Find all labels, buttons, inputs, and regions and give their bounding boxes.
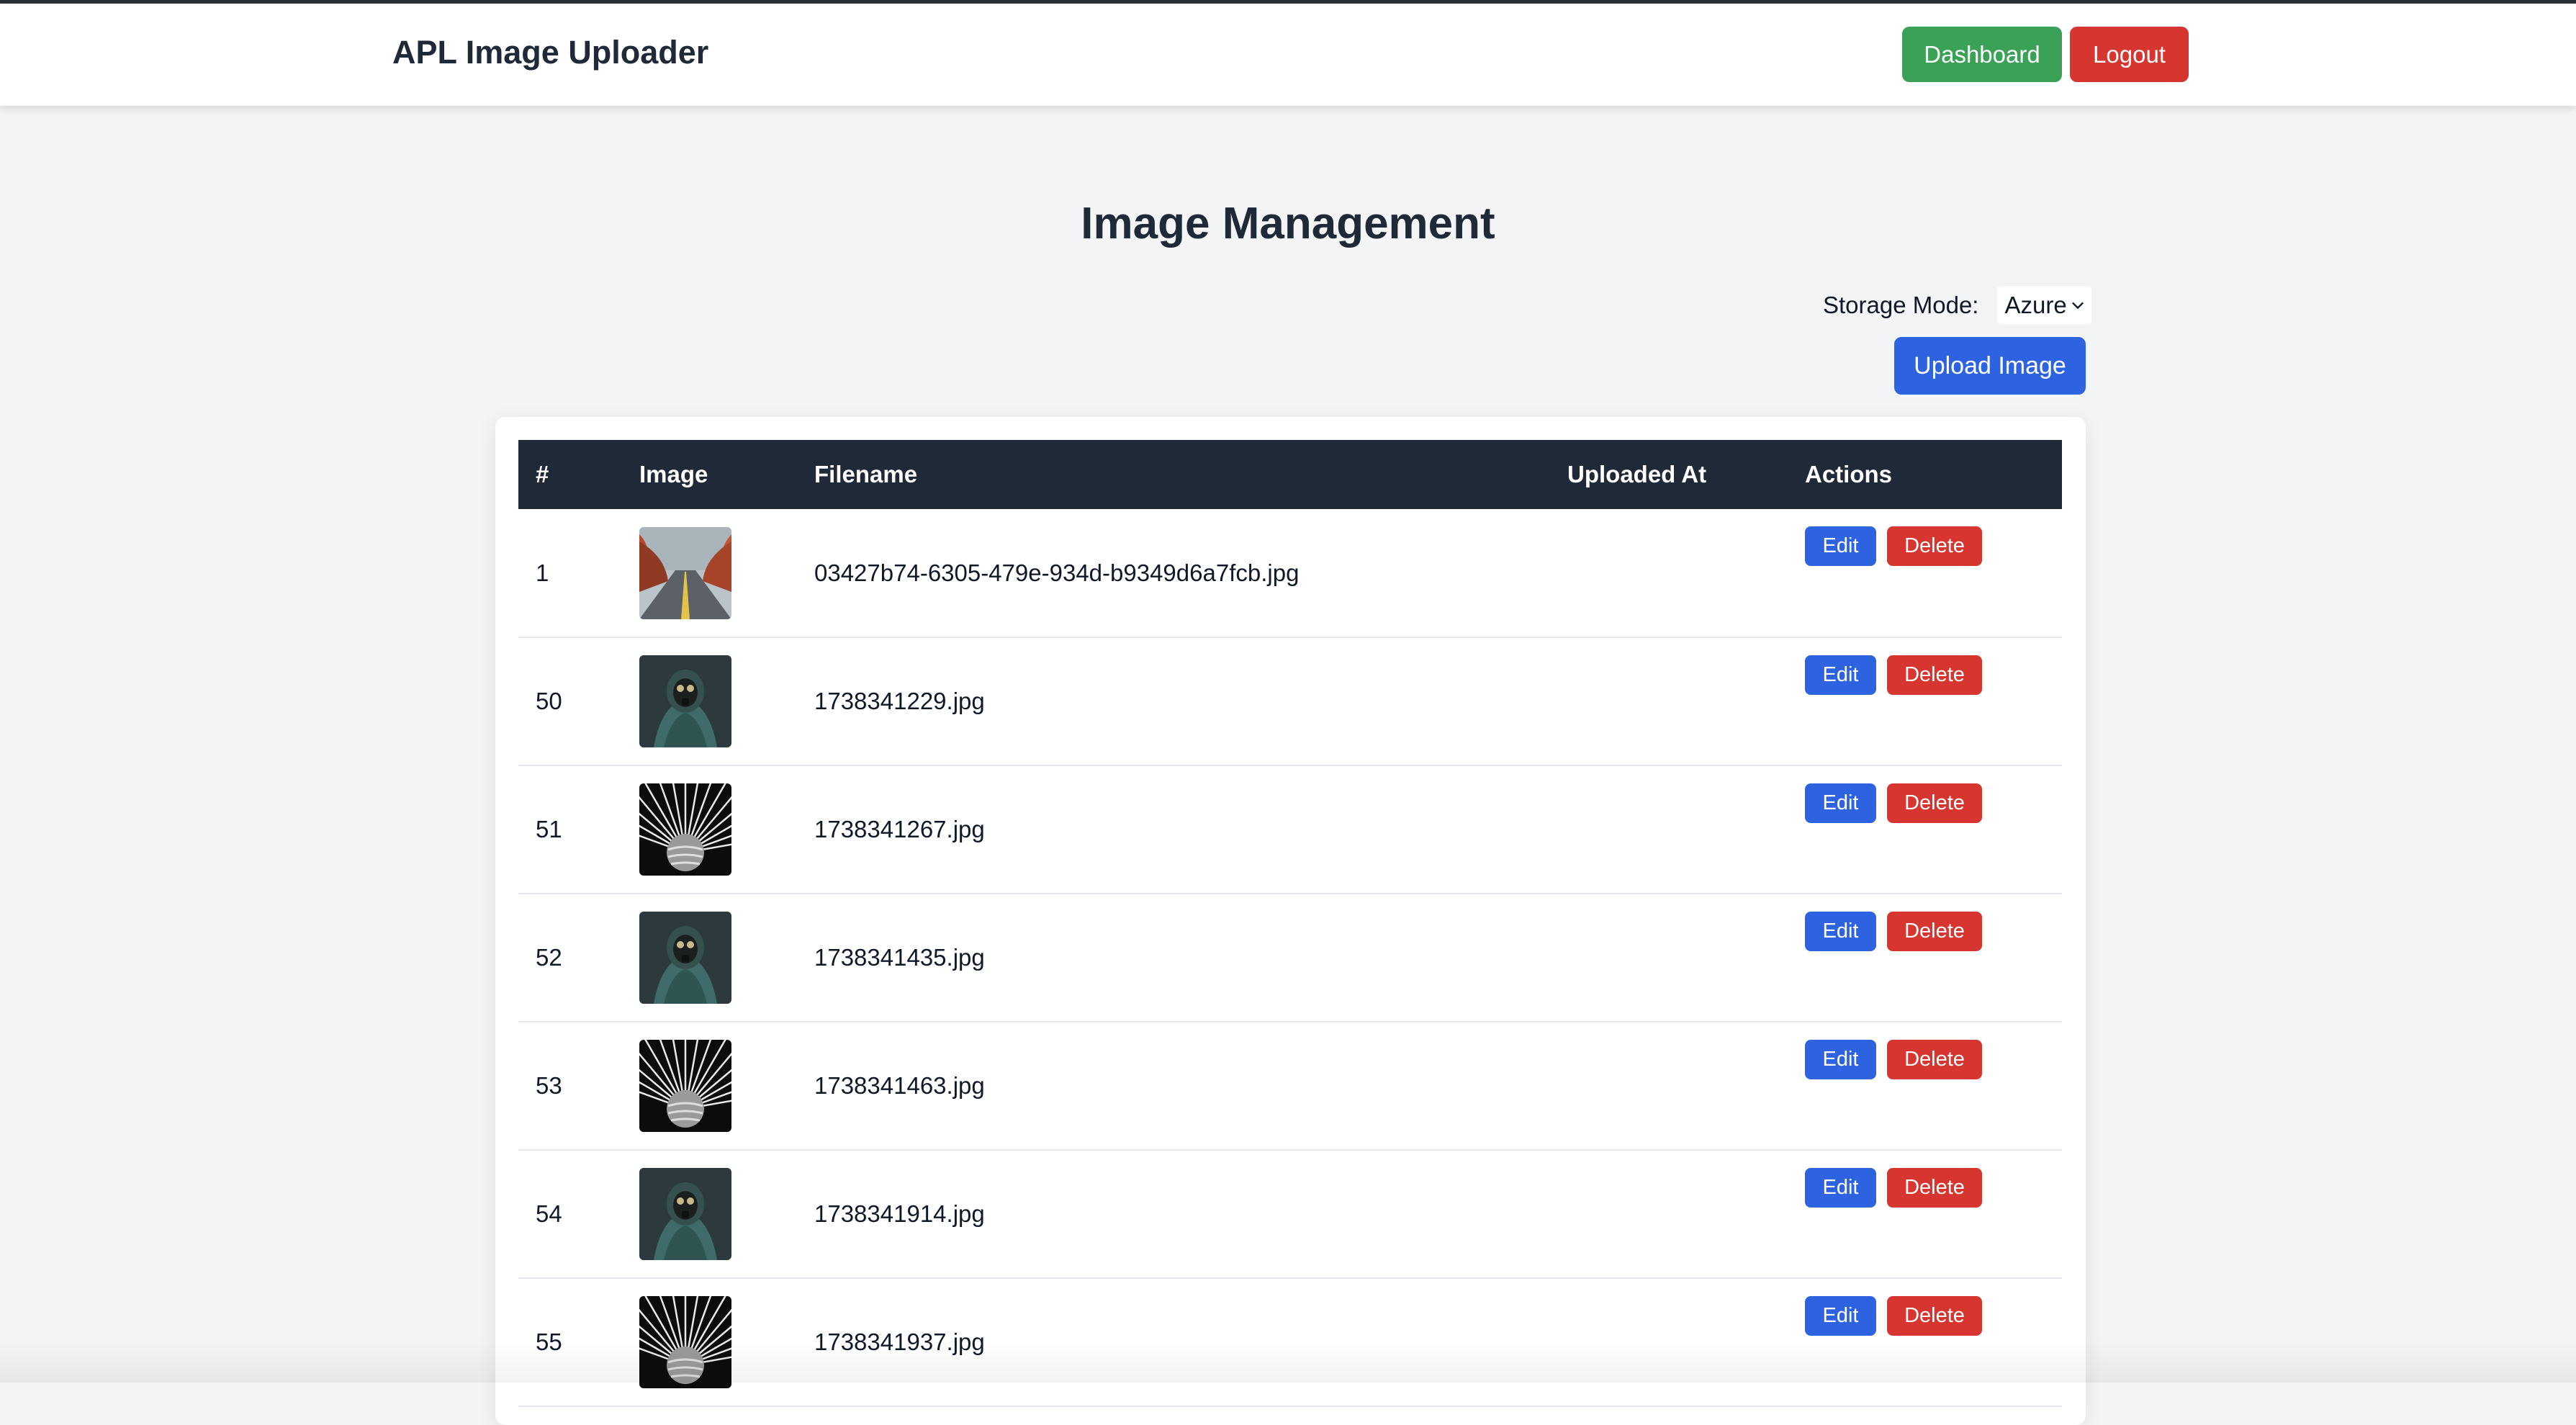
delete-button[interactable]: Delete <box>1887 783 1982 823</box>
image-thumbnail[interactable] <box>639 783 731 876</box>
row-action-buttons: Edit Delete <box>1805 655 1982 695</box>
image-thumbnail[interactable] <box>639 912 731 1004</box>
edit-button[interactable]: Edit <box>1805 912 1876 951</box>
chevron-down-icon <box>2071 302 2084 310</box>
row-number: 50 <box>536 688 562 714</box>
row-actions: Edit Delete <box>1805 1022 2062 1150</box>
row-image-cell <box>639 1022 814 1150</box>
image-thumbnail[interactable] <box>639 655 731 747</box>
row-image-cell <box>639 894 814 1022</box>
upload-image-button[interactable]: Upload Image <box>1894 337 2086 395</box>
delete-button[interactable]: Delete <box>1887 1296 1982 1336</box>
row-filename: 1738341229.jpg <box>814 688 985 714</box>
image-thumbnail[interactable] <box>639 1040 731 1132</box>
image-thumbnail[interactable] <box>639 1296 731 1388</box>
row-image-cell <box>639 765 814 894</box>
row-uploaded-at <box>1567 637 1805 765</box>
row-uploaded-at <box>1567 1278 1805 1406</box>
row-action-buttons: Edit Delete <box>1805 526 1982 566</box>
delete-button[interactable]: Delete <box>1887 1040 1982 1079</box>
navbar: APL Image Uploader Dashboard Logout <box>0 4 2576 106</box>
row-number: 53 <box>536 1072 562 1099</box>
header-number: # <box>536 461 549 487</box>
logout-button[interactable]: Logout <box>2070 27 2189 82</box>
edit-button[interactable]: Edit <box>1805 655 1876 695</box>
row-actions: Edit Delete <box>1805 894 2062 1022</box>
row-uploaded-at <box>1567 765 1805 894</box>
row-actions: Edit Delete <box>1805 509 2062 637</box>
row-image-cell <box>639 637 814 765</box>
row-filename: 1738341267.jpg <box>814 816 985 842</box>
row-filename: 1738341435.jpg <box>814 944 985 971</box>
table-row: 1 03427b74-6305-479e-934d-b9349d6a7fcb.jp… <box>518 509 2062 637</box>
row-number: 52 <box>536 944 562 971</box>
table-row: 51 1738341267.jpg Edit Delete <box>518 765 2062 894</box>
row-action-buttons: Edit Delete <box>1805 1296 1982 1336</box>
row-image-cell <box>639 1150 814 1278</box>
row-filename: 1738341463.jpg <box>814 1072 985 1099</box>
edit-button[interactable]: Edit <box>1805 1296 1876 1336</box>
row-image-cell <box>639 509 814 637</box>
table-header-row: # Image Filename Uploaded At Actions <box>518 440 2062 509</box>
row-filename: 03427b74-6305-479e-934d-b9349d6a7fcb.jpg <box>814 559 1300 586</box>
delete-button[interactable]: Delete <box>1887 526 1982 566</box>
dashboard-button[interactable]: Dashboard <box>1902 27 2062 82</box>
images-table: # Image Filename Uploaded At Actions 1 03… <box>518 440 2062 1407</box>
storage-mode-value: Azure <box>2004 292 2067 318</box>
row-action-buttons: Edit Delete <box>1805 783 1982 823</box>
row-number: 54 <box>536 1200 562 1227</box>
edit-button[interactable]: Edit <box>1805 783 1876 823</box>
image-thumbnail[interactable] <box>639 1168 731 1260</box>
app-brand[interactable]: APL Image Uploader <box>392 34 708 71</box>
images-table-card: # Image Filename Uploaded At Actions 1 03… <box>495 417 2086 1425</box>
delete-button[interactable]: Delete <box>1887 1168 1982 1208</box>
row-uploaded-at <box>1567 894 1805 1022</box>
table-row: 55 1738341937.jpg Edit Delete <box>518 1278 2062 1406</box>
row-image-cell <box>639 1278 814 1406</box>
header-filename: Filename <box>814 461 918 487</box>
row-actions: Edit Delete <box>1805 637 2062 765</box>
row-action-buttons: Edit Delete <box>1805 912 1982 951</box>
row-filename: 1738341914.jpg <box>814 1200 985 1227</box>
table-row: 52 1738341435.jpg Edit Delete <box>518 894 2062 1022</box>
image-thumbnail[interactable] <box>639 526 731 619</box>
row-number: 55 <box>536 1329 562 1355</box>
storage-mode-select[interactable]: Azure <box>1997 287 2091 324</box>
header-actions: Actions <box>1805 461 1893 487</box>
delete-button[interactable]: Delete <box>1887 912 1982 951</box>
row-uploaded-at <box>1567 1022 1805 1150</box>
row-actions: Edit Delete <box>1805 1278 2062 1406</box>
edit-button[interactable]: Edit <box>1805 526 1876 566</box>
row-number: 1 <box>536 559 549 586</box>
edit-button[interactable]: Edit <box>1805 1040 1876 1079</box>
table-row: 53 1738341463.jpg Edit Delete <box>518 1022 2062 1150</box>
row-uploaded-at <box>1567 509 1805 637</box>
row-uploaded-at <box>1567 1150 1805 1278</box>
delete-button[interactable]: Delete <box>1887 655 1982 695</box>
storage-mode-control: Storage Mode: Azure <box>1823 287 2091 324</box>
header-uploaded-at: Uploaded At <box>1567 461 1707 487</box>
row-number: 51 <box>536 816 562 842</box>
table-row: 54 1738341914.jpg Edit Delete <box>518 1150 2062 1278</box>
row-filename: 1738341937.jpg <box>814 1329 985 1355</box>
row-actions: Edit Delete <box>1805 1150 2062 1278</box>
storage-mode-label: Storage Mode: <box>1823 292 1979 318</box>
row-actions: Edit Delete <box>1805 765 2062 894</box>
edit-button[interactable]: Edit <box>1805 1168 1876 1208</box>
row-action-buttons: Edit Delete <box>1805 1040 1982 1079</box>
page-title: Image Management <box>1081 199 1495 248</box>
row-action-buttons: Edit Delete <box>1805 1168 1982 1208</box>
table-row: 50 1738341229.jpg Edit Delete <box>518 637 2062 765</box>
header-image: Image <box>639 461 708 487</box>
